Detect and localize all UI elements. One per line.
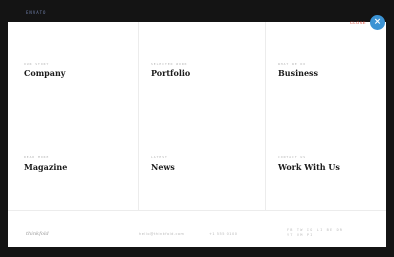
footer-logo[interactable]: thinkfold — [26, 231, 49, 237]
menu-item-work-with-us[interactable]: Work With Us — [278, 162, 340, 172]
menu-kicker-company: OUR STORY — [24, 62, 50, 66]
menu-item-company[interactable]: Company — [24, 68, 65, 78]
browser-frame — [0, 0, 394, 257]
divider — [8, 210, 386, 211]
close-menu[interactable]: CLOSE × — [350, 14, 386, 32]
footer-phone[interactable]: +1 555 0100 — [209, 232, 237, 236]
menu-kicker-business: WHAT WE DO — [278, 62, 307, 66]
menu-item-magazine[interactable]: Magazine — [24, 162, 67, 172]
menu-item-news[interactable]: News — [151, 162, 175, 172]
menu-kicker-news: LATEST — [151, 155, 168, 159]
divider — [138, 22, 139, 210]
menu-item-business[interactable]: Business — [278, 68, 318, 78]
menu-item-portfolio[interactable]: Portfolio — [151, 68, 190, 78]
social-links-row[interactable]: YT VM PI — [287, 233, 343, 238]
footer-email[interactable]: hello@thinkfold.com — [139, 232, 184, 236]
menu-kicker-work-with-us: CONTACT US — [278, 155, 307, 159]
close-icon[interactable]: × — [370, 15, 385, 30]
close-label[interactable]: CLOSE — [350, 20, 366, 25]
brand-logo[interactable]: ENVATO — [26, 10, 46, 15]
menu-kicker-portfolio: SELECTED WORK — [151, 62, 188, 66]
divider — [265, 22, 266, 210]
social-links[interactable]: FB TW IG LI BE DR YT VM PI — [287, 228, 343, 238]
menu-kicker-magazine: READ MORE — [24, 155, 50, 159]
top-bar: ENVATO — [0, 0, 394, 22]
